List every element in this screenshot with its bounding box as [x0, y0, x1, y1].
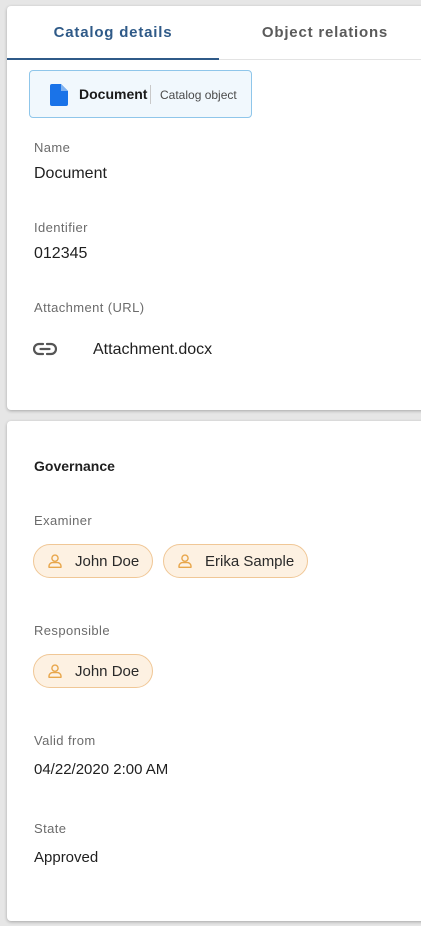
- responsible-label: Responsible: [34, 623, 110, 638]
- object-type-name: Document: [79, 86, 148, 102]
- catalog-details-card: Catalog details Object relations Documen…: [7, 6, 421, 410]
- attachment-link[interactable]: Attachment.docx: [93, 341, 212, 359]
- object-type-chip: Document Catalog object: [29, 70, 252, 118]
- name-value: Document: [34, 165, 107, 182]
- document-icon: [50, 84, 68, 106]
- attachment-label: Attachment (URL): [34, 300, 145, 315]
- person-icon: [48, 554, 62, 568]
- examiner-chip[interactable]: Erika Sample: [163, 544, 309, 578]
- examiner-label: Examiner: [34, 513, 93, 528]
- governance-card: Governance Examiner John Doe Erika Sampl…: [7, 421, 421, 921]
- tab-object-relations[interactable]: Object relations: [219, 6, 421, 59]
- name-label: Name: [34, 140, 71, 155]
- object-type-subtitle: Catalog object: [160, 88, 237, 102]
- responsible-chip[interactable]: John Doe: [33, 654, 154, 688]
- examiner-chip[interactable]: John Doe: [33, 544, 154, 578]
- examiner-name: Erika Sample: [205, 552, 295, 570]
- object-type-divider: [150, 85, 151, 104]
- person-icon: [48, 664, 62, 678]
- tab-bar: Catalog details Object relations: [7, 6, 421, 60]
- valid-from-value: 04/22/2020 2:00 AM: [34, 761, 169, 778]
- identifier-label: Identifier: [34, 220, 88, 235]
- governance-title: Governance: [34, 458, 115, 474]
- person-icon: [178, 554, 192, 568]
- examiner-name: John Doe: [75, 552, 140, 570]
- link-icon[interactable]: [33, 342, 57, 356]
- tab-catalog-details[interactable]: Catalog details: [7, 6, 219, 60]
- responsible-name: John Doe: [75, 662, 140, 680]
- valid-from-label: Valid from: [34, 733, 96, 748]
- identifier-value: 012345: [34, 245, 88, 262]
- state-value: Approved: [34, 849, 99, 866]
- state-label: State: [34, 821, 67, 836]
